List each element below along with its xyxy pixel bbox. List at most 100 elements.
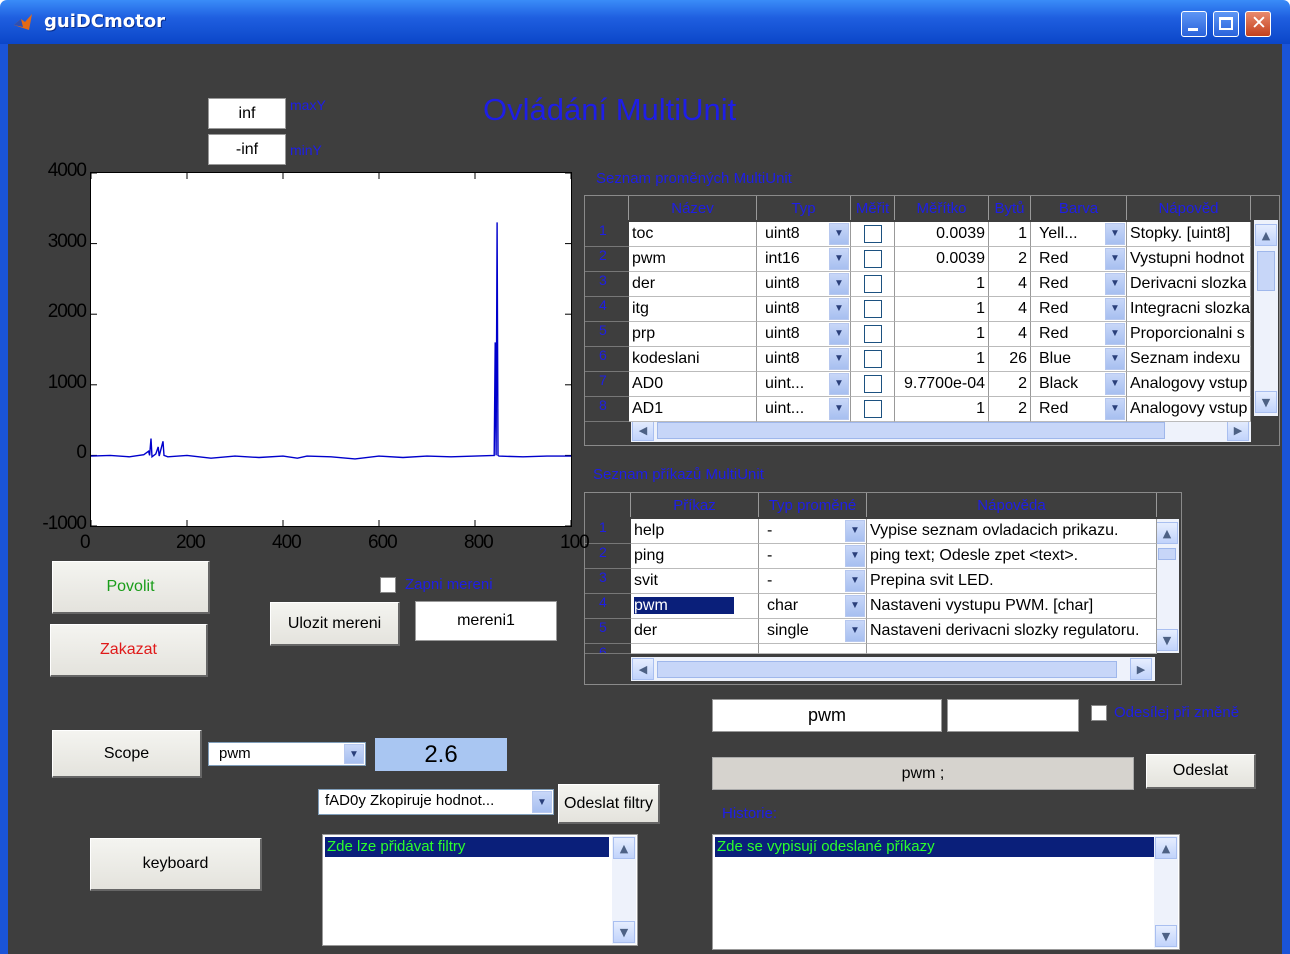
var-scale-cell[interactable]: 0.0039: [895, 222, 989, 247]
measure-checkbox[interactable]: [863, 249, 882, 268]
var-scale-cell[interactable]: 0.0039: [895, 247, 989, 272]
measure-cell[interactable]: [851, 347, 895, 372]
scroll-down-icon[interactable]: ▼: [1155, 925, 1177, 947]
var-bytes-cell[interactable]: 2: [989, 372, 1031, 397]
history-list[interactable]: Zde se vypisují odeslané příkazy ▲ ▼: [712, 834, 1180, 950]
var-scale-cell[interactable]: 1: [895, 297, 989, 322]
var-help-cell[interactable]: Analogovy vstup: [1127, 397, 1251, 422]
var-type-cell[interactable]: uint8 ▼: [757, 222, 851, 247]
var-type-cell[interactable]: uint8 ▼: [757, 347, 851, 372]
vars-table[interactable]: ▲ ▼ ◀ ▶ Název Typ Měřit Měřítko Bytů Barva Náp…: [584, 195, 1280, 446]
cmd-type-cell[interactable]: - ▼: [759, 544, 867, 569]
var-bytes-cell[interactable]: 2: [989, 397, 1031, 422]
scroll-down-icon[interactable]: ▼: [1156, 629, 1178, 651]
var-help-cell[interactable]: Vystupni hodnot: [1127, 247, 1251, 272]
cmd-name-cell[interactable]: ping: [631, 544, 759, 569]
cmd-name-cell[interactable]: pwm: [631, 594, 759, 619]
var-help-cell[interactable]: Derivacni slozka: [1127, 272, 1251, 297]
var-type-cell[interactable]: uint8 ▼: [757, 272, 851, 297]
var-bytes-cell[interactable]: 2: [989, 247, 1031, 272]
cmd-type-cell[interactable]: char ▼: [759, 594, 867, 619]
var-color-cell[interactable]: Red ▼: [1031, 247, 1127, 272]
command-argument-field[interactable]: [947, 699, 1079, 732]
var-color-cell[interactable]: Red ▼: [1031, 297, 1127, 322]
cmd-type-cell[interactable]: - ▼: [759, 519, 867, 544]
vars-header-7[interactable]: Nápověd: [1127, 196, 1251, 220]
measure-cell[interactable]: [851, 297, 895, 322]
command-name-field[interactable]: pwm: [712, 699, 942, 732]
var-type-cell[interactable]: int16 ▼: [757, 247, 851, 272]
measure-cell[interactable]: [851, 222, 895, 247]
cmd-type-cell[interactable]: - ▼: [759, 569, 867, 594]
send-filters-button[interactable]: Odeslat filtry: [558, 784, 660, 824]
cmd-name-cell[interactable]: svit: [631, 569, 759, 594]
send-on-change-checkbox[interactable]: [1091, 705, 1107, 721]
var-color-cell[interactable]: Black ▼: [1031, 372, 1127, 397]
var-color-cell[interactable]: Blue ▼: [1031, 347, 1127, 372]
vars-vscroll-thumb[interactable]: [1257, 251, 1275, 291]
scroll-right-icon[interactable]: ▶: [1130, 658, 1152, 680]
send-button[interactable]: Odeslat: [1146, 754, 1256, 789]
var-type-cell[interactable]: uint... ▼: [757, 397, 851, 422]
filter-list[interactable]: Zde lze přidávat filtry ▲ ▼: [322, 834, 638, 946]
var-help-cell[interactable]: Proporcionalni s: [1127, 322, 1251, 347]
measurement-name-field[interactable]: mereni1: [415, 601, 557, 641]
measure-cell[interactable]: [851, 247, 895, 272]
measure-checkbox[interactable]: [380, 577, 396, 593]
enable-button[interactable]: Povolit: [52, 561, 210, 614]
measure-checkbox[interactable]: [863, 299, 882, 318]
maximize-button[interactable]: [1213, 11, 1239, 37]
cmd-type-cell[interactable]: single ▼: [759, 619, 867, 644]
var-type-cell[interactable]: uint... ▼: [757, 372, 851, 397]
scroll-up-icon[interactable]: ▲: [1156, 522, 1178, 544]
cmd-help-cell[interactable]: Nastaveni derivacni slozky regulatoru.: [867, 619, 1157, 644]
scroll-up-icon[interactable]: ▲: [613, 837, 635, 859]
var-help-cell[interactable]: Seznam indexu: [1127, 347, 1251, 372]
cmd-help-cell[interactable]: Nastaveni vystupu PWM. [char]: [867, 594, 1157, 619]
measure-checkbox[interactable]: [863, 274, 882, 293]
cmd-help-cell[interactable]: [867, 644, 1157, 654]
scroll-up-icon[interactable]: ▲: [1155, 837, 1177, 859]
var-name-cell[interactable]: pwm: [629, 247, 757, 272]
measure-cell[interactable]: [851, 272, 895, 297]
measure-cell[interactable]: [851, 372, 895, 397]
cmd-type-cell[interactable]: [759, 644, 867, 654]
scroll-left-icon[interactable]: ◀: [632, 419, 654, 441]
var-bytes-cell[interactable]: 4: [989, 272, 1031, 297]
scroll-down-icon[interactable]: ▼: [1255, 391, 1277, 413]
disable-button[interactable]: Zakazat: [50, 624, 208, 677]
vars-header-2[interactable]: Typ: [757, 196, 851, 220]
cmd-help-cell[interactable]: ping text; Odesle zpet <text>.: [867, 544, 1157, 569]
var-color-cell[interactable]: Red ▼: [1031, 322, 1127, 347]
var-name-cell[interactable]: AD0: [629, 372, 757, 397]
cmd-help-cell[interactable]: Prepina svit LED.: [867, 569, 1157, 594]
measure-checkbox[interactable]: [863, 399, 882, 418]
minimize-button[interactable]: [1181, 11, 1207, 37]
save-measurement-button[interactable]: Ulozit mereni: [270, 602, 400, 646]
var-scale-cell[interactable]: 1: [895, 322, 989, 347]
var-help-cell[interactable]: Stopky. [uint8]: [1127, 222, 1251, 247]
scroll-up-icon[interactable]: ▲: [1255, 224, 1277, 246]
var-color-cell[interactable]: Red ▼: [1031, 272, 1127, 297]
cmd-help-cell[interactable]: Vypise seznam ovladacich prikazu.: [867, 519, 1157, 544]
var-name-cell[interactable]: der: [629, 272, 757, 297]
cmd-name-cell[interactable]: help: [631, 519, 759, 544]
measure-checkbox[interactable]: [863, 324, 882, 343]
scroll-right-icon[interactable]: ▶: [1227, 419, 1249, 441]
var-bytes-cell[interactable]: 4: [989, 322, 1031, 347]
measure-checkbox[interactable]: [863, 374, 882, 393]
var-type-cell[interactable]: uint8 ▼: [757, 297, 851, 322]
cmds-table[interactable]: ▲ ▼ ◀ ▶ Příkaz Typ proměné Nápověda 1 help - ▼…: [584, 492, 1182, 685]
var-scale-cell[interactable]: 9.7700e-04: [895, 372, 989, 397]
var-bytes-cell[interactable]: 26: [989, 347, 1031, 372]
filter-list-item[interactable]: Zde lze přidávat filtry: [325, 837, 609, 857]
var-scale-cell[interactable]: 1: [895, 397, 989, 422]
scope-variable-select[interactable]: pwm ▼: [208, 742, 366, 766]
cmds-hscroll-thumb[interactable]: [657, 661, 1117, 678]
cmd-name-cell[interactable]: [631, 644, 759, 654]
var-name-cell[interactable]: itg: [629, 297, 757, 322]
var-name-cell[interactable]: AD1: [629, 397, 757, 422]
cmds-vscroll-thumb[interactable]: [1158, 548, 1176, 560]
cmd-name-cell[interactable]: der: [631, 619, 759, 644]
var-scale-cell[interactable]: 1: [895, 347, 989, 372]
